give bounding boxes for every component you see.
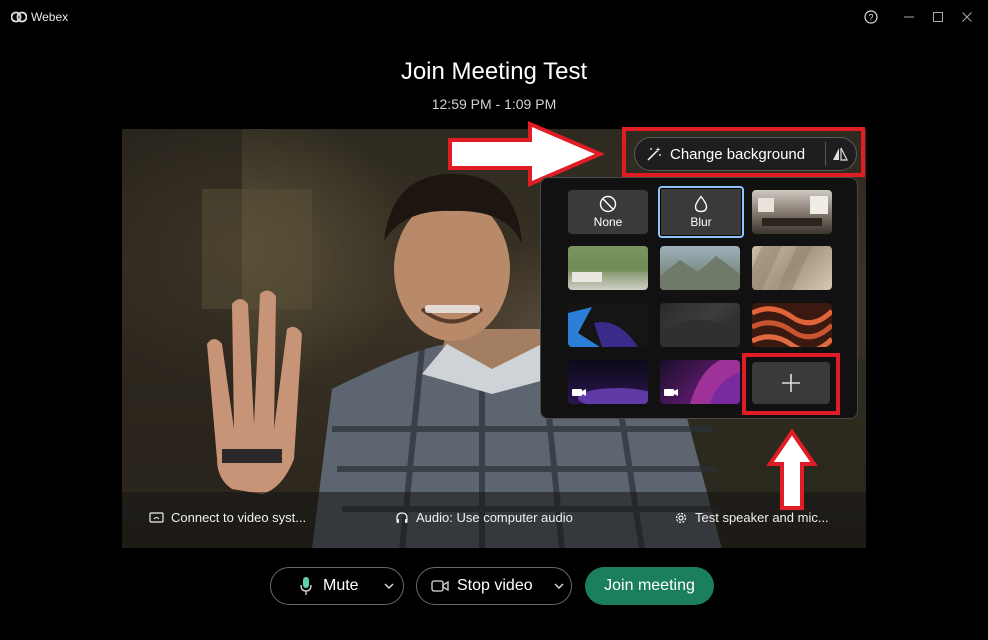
none-label: None: [593, 215, 623, 229]
background-thumb-dark-waves[interactable]: [660, 303, 740, 347]
video-options-button[interactable]: [553, 579, 565, 597]
help-icon: ?: [864, 10, 878, 24]
connect-video-system-button[interactable]: Connect to video syst...: [149, 510, 306, 525]
gear-icon: [675, 512, 687, 523]
stop-video-label: Stop video: [457, 577, 533, 594]
background-thumb-lava[interactable]: [752, 303, 832, 347]
blur-label: Blur: [690, 215, 712, 229]
background-thumb-purple-glow[interactable]: [568, 360, 648, 404]
test-speaker-mic-button[interactable]: Test speaker and mic...: [674, 510, 829, 525]
shadows-image: [752, 246, 812, 290]
chevron-down-icon: [384, 583, 394, 589]
change-background-button[interactable]: Change background: [634, 137, 857, 171]
meeting-time: 12:59 PM - 1:09 PM: [431, 96, 557, 112]
stop-video-button[interactable]: Stop video: [417, 568, 533, 604]
chevron-down-icon: [554, 583, 564, 589]
close-icon: [962, 12, 972, 22]
minimize-icon: [904, 16, 914, 18]
change-background-label: Change background: [670, 145, 806, 163]
ban-icon: [599, 195, 617, 213]
annotation-arrow-up-icon: [766, 428, 818, 510]
lava-image: [752, 306, 832, 347]
background-thumb-shadows[interactable]: [752, 246, 832, 290]
webex-logo-icon: [11, 11, 27, 23]
background-thumb-blue-shapes[interactable]: [568, 303, 648, 347]
mute-split-button: Mute: [270, 567, 404, 605]
magenta-waves-image: [664, 360, 740, 404]
title-bar: Webex ?: [0, 0, 988, 34]
join-meeting-button[interactable]: Join meeting: [585, 567, 714, 605]
app-name: Webex: [31, 10, 69, 24]
svg-text:?: ?: [868, 13, 873, 23]
maximize-icon: [933, 12, 943, 22]
annotation-frame-add-background: [742, 353, 840, 415]
stop-video-split-button: Stop video: [416, 567, 572, 605]
microphone-icon: [300, 577, 312, 595]
magic-wand-icon: [647, 147, 661, 161]
button-divider: [825, 142, 826, 166]
mute-options-button[interactable]: [383, 579, 395, 597]
audio-selector-button[interactable]: Audio: Use computer audio: [395, 510, 573, 525]
meeting-title: Join Meeting Test: [400, 58, 588, 85]
background-option-blur[interactable]: Blur: [658, 186, 744, 238]
background-thumb-office-lobby[interactable]: [752, 190, 832, 234]
mirror-icon: [833, 147, 848, 161]
office-lobby-image: [758, 196, 828, 226]
dark-waves-image: [660, 313, 740, 347]
blue-shapes-image: [568, 307, 638, 347]
video-camera-icon: [431, 580, 449, 592]
audio-label: Audio: Use computer audio: [416, 510, 573, 525]
sunroom-image: [568, 246, 648, 282]
background-option-none[interactable]: None: [568, 190, 648, 234]
mountains-image: [660, 256, 740, 290]
connect-label: Connect to video syst...: [171, 510, 307, 525]
join-meeting-label: Join meeting: [604, 577, 695, 594]
drop-icon: [694, 195, 708, 213]
minimize-button[interactable]: [897, 6, 921, 28]
background-thumb-mountains[interactable]: [660, 246, 740, 290]
video-options-bar: Connect to video syst... Audio: Use comp…: [122, 492, 866, 548]
background-thumb-sunroom[interactable]: [568, 246, 648, 290]
mute-button[interactable]: Mute: [271, 568, 359, 604]
background-thumb-magenta-waves[interactable]: [660, 360, 740, 404]
close-button[interactable]: [955, 6, 979, 28]
maximize-button[interactable]: [926, 6, 950, 28]
mute-label: Mute: [323, 577, 359, 594]
headset-icon: [396, 511, 408, 523]
cast-icon: [149, 511, 164, 523]
mirror-video-button[interactable]: [831, 146, 851, 164]
test-label: Test speaker and mic...: [695, 510, 829, 525]
help-button[interactable]: ?: [859, 6, 883, 28]
purple-glow-image: [572, 388, 648, 404]
